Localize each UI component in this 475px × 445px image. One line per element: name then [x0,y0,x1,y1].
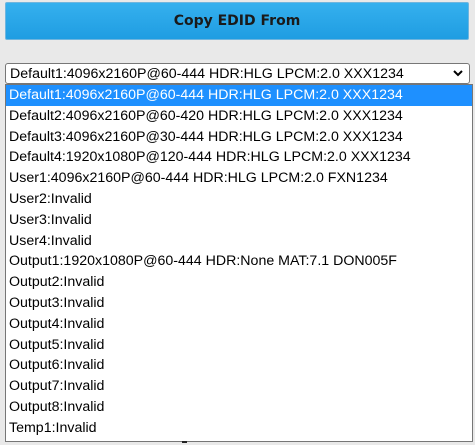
copy-edid-from-header: Copy EDID From [5,2,469,40]
dropdown-option[interactable]: User1:4096x2160P@60-444 HDR:HLG LPCM:2.0… [6,168,472,189]
bottom-edge-mark [182,441,187,443]
dropdown-option[interactable]: Output4:Invalid [6,314,472,335]
dropdown-option[interactable]: User3:Invalid [6,210,472,231]
dropdown-option[interactable]: Temp1:Invalid [6,418,472,439]
dropdown-option[interactable]: Output2:Invalid [6,272,472,293]
header-title: Copy EDID From [173,13,301,29]
dropdown-option[interactable]: Default2:4096x2160P@60-420 HDR:HLG LPCM:… [6,106,472,127]
dropdown-option[interactable]: Output5:Invalid [6,335,472,356]
dropdown-option[interactable]: Default4:1920x1080P@120-444 HDR:HLG LPCM… [6,147,472,168]
edid-source-select[interactable]: Default1:4096x2160P@60-444 HDR:HLG LPCM:… [5,63,470,84]
dropdown-option[interactable]: Output1:1920x1080P@60-444 HDR:None MAT:7… [6,251,472,272]
chevron-down-icon [453,70,463,77]
edid-copy-panel: Copy EDID From Default1:4096x2160P@60-44… [0,0,475,445]
dropdown-option[interactable]: User2:Invalid [6,189,472,210]
dropdown-option[interactable]: Output3:Invalid [6,293,472,314]
dropdown-option[interactable]: Output7:Invalid [6,376,472,397]
dropdown-option[interactable]: User4:Invalid [6,231,472,252]
dropdown-option[interactable]: Output8:Invalid [6,397,472,418]
dropdown-option[interactable]: Default3:4096x2160P@30-444 HDR:HLG LPCM:… [6,127,472,148]
select-current-value: Default1:4096x2160P@60-444 HDR:HLG LPCM:… [10,65,404,82]
dropdown-option[interactable]: Default1:4096x2160P@60-444 HDR:HLG LPCM:… [6,85,472,106]
edid-options-list[interactable]: Default1:4096x2160P@60-444 HDR:HLG LPCM:… [5,84,473,442]
dropdown-option[interactable]: Output6:Invalid [6,355,472,376]
